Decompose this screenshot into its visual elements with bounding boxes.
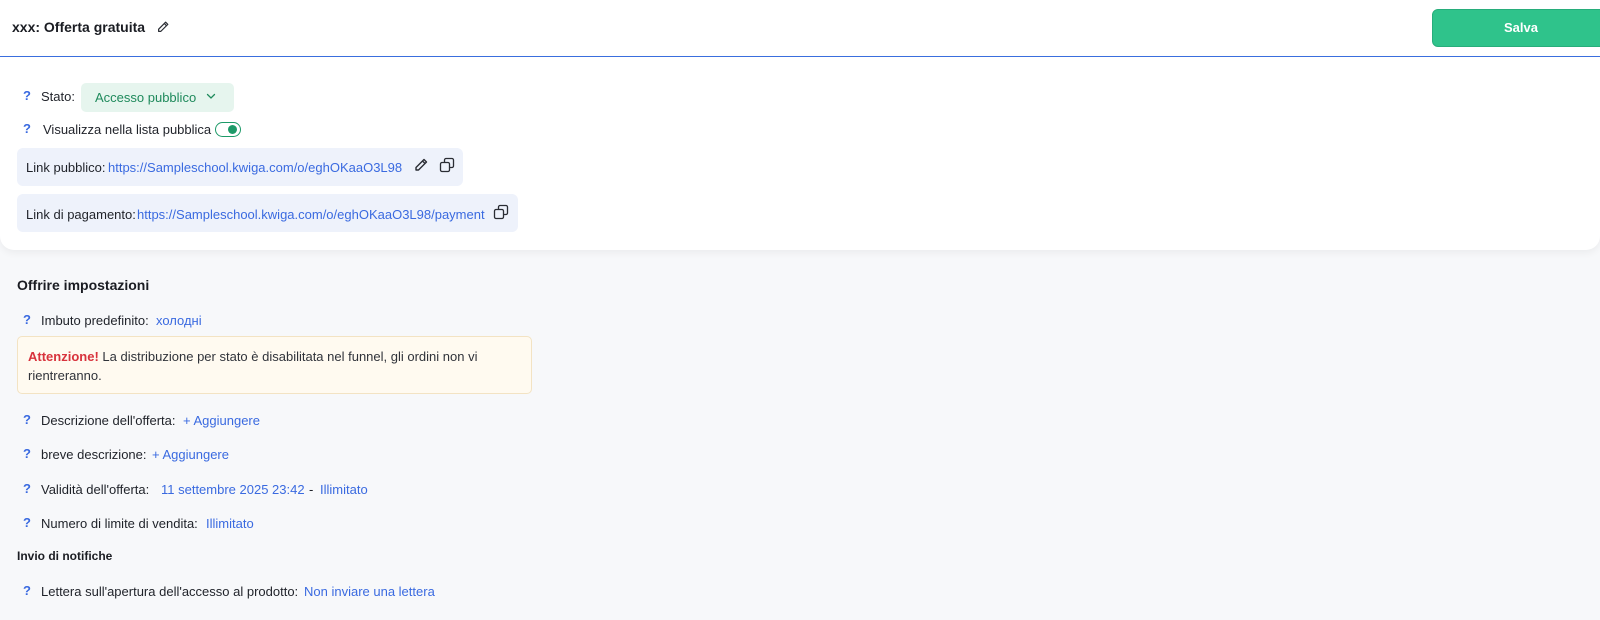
sales-limit-label: Numero di limite di vendita: (41, 516, 198, 531)
copy-public-link-icon[interactable] (439, 157, 455, 173)
page-header: xxx: Offerta gratuita Salva (0, 0, 1600, 57)
help-icon[interactable]: ? (23, 121, 31, 136)
chevron-down-icon (205, 90, 217, 102)
copy-payment-link-icon[interactable] (493, 204, 509, 220)
page-title: xxx: Offerta gratuita (12, 19, 146, 35)
validity-end[interactable]: Illimitato (320, 482, 368, 497)
description-label: Descrizione dell'offerta: (41, 413, 176, 428)
notifications-title: Invio di notifiche (17, 549, 113, 563)
help-icon[interactable]: ? (23, 312, 31, 327)
public-list-toggle[interactable] (215, 122, 241, 137)
help-icon[interactable]: ? (23, 412, 31, 427)
settings-title: Offrire impostazioni (17, 277, 150, 293)
toggle-knob (228, 125, 237, 134)
add-short-description-link[interactable]: + Aggiungere (152, 447, 229, 462)
funnel-label: Imbuto predefinito: (41, 313, 149, 328)
edit-link-pencil-icon[interactable] (413, 157, 429, 173)
validity-separator: - (309, 482, 314, 497)
add-description-link[interactable]: + Aggiungere (183, 413, 260, 428)
sales-limit-value[interactable]: Illimitato (206, 516, 254, 531)
save-button[interactable]: Salva (1432, 9, 1600, 47)
help-icon[interactable]: ? (23, 583, 31, 598)
status-dropdown[interactable]: Accesso pubblico (81, 83, 234, 112)
validity-label: Validità dell'offerta: (41, 482, 150, 497)
help-icon[interactable]: ? (23, 481, 31, 496)
edit-title-pencil-icon[interactable] (156, 20, 170, 34)
status-value: Accesso pubblico (95, 90, 197, 105)
alert-strong: Attenzione! (28, 349, 99, 364)
funnel-value[interactable]: холодні (156, 313, 202, 328)
public-link-label: Link pubblico: (26, 160, 106, 175)
access-letter-label: Lettera sull'apertura dell'accesso al pr… (41, 584, 299, 599)
help-icon[interactable]: ? (23, 515, 31, 530)
help-icon[interactable]: ? (23, 88, 31, 103)
public-link-url[interactable]: https://Sampleschool.kwiga.com/o/eghOKaa… (108, 160, 402, 175)
help-icon[interactable]: ? (23, 446, 31, 461)
status-label: Stato: (41, 89, 75, 104)
funnel-alert: Attenzione! La distribuzione per stato è… (17, 336, 532, 394)
access-letter-value[interactable]: Non inviare una lettera (304, 584, 435, 599)
validity-start[interactable]: 11 settembre 2025 23:42 (161, 482, 305, 497)
payment-link-url[interactable]: https://Sampleschool.kwiga.com/o/eghOKaa… (137, 207, 485, 222)
short-description-label: breve descrizione: (41, 447, 147, 462)
payment-link-label: Link di pagamento: (26, 207, 136, 222)
public-list-label: Visualizza nella lista pubblica (43, 122, 212, 137)
